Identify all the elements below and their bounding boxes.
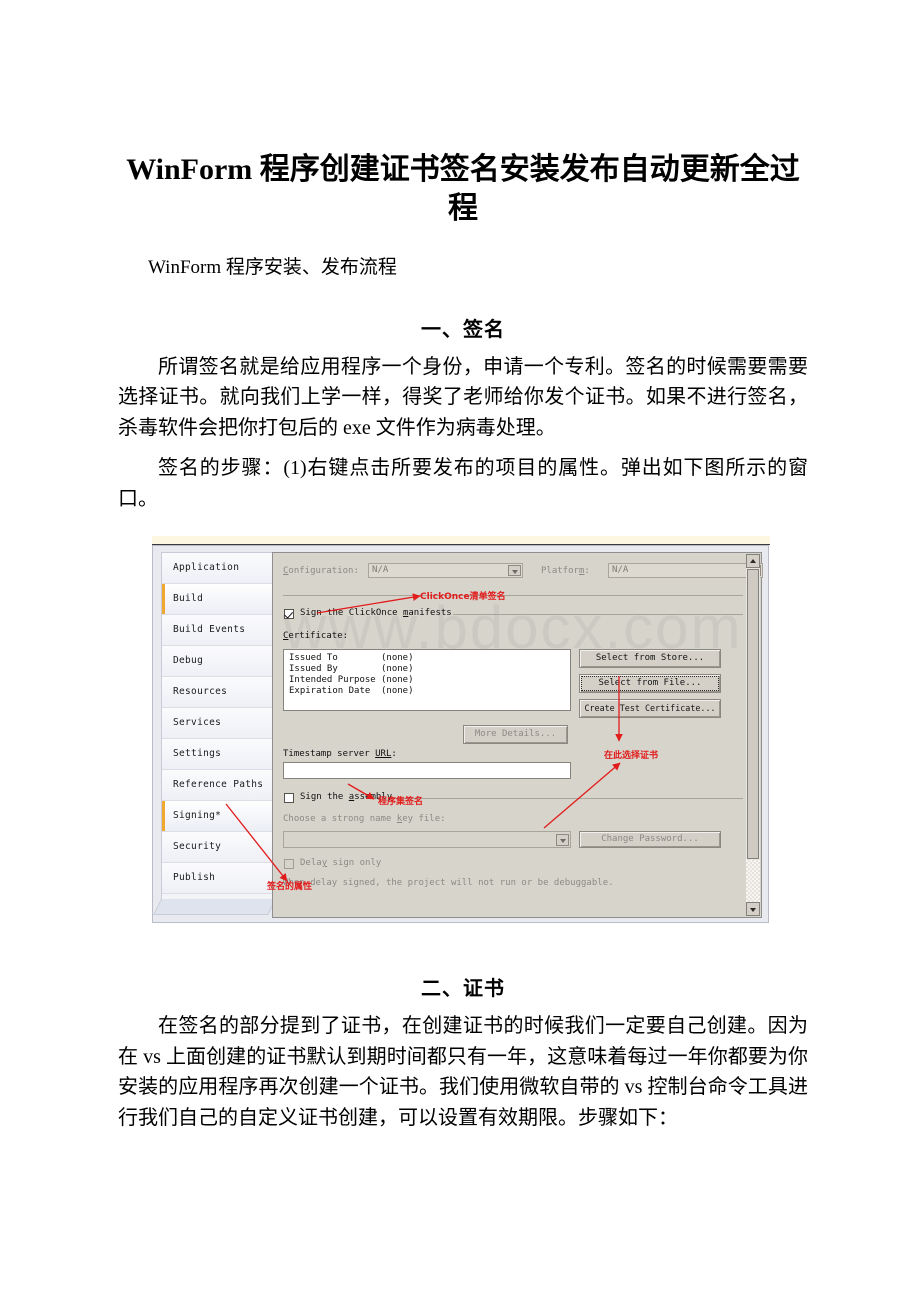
group-separator-1 (283, 595, 743, 596)
certificate-row: Issued By (none) (289, 664, 570, 675)
delay-sign-note: When delay signed, the project will not … (283, 878, 614, 888)
property-tab-list: Application Build Build Events Debug Res… (161, 552, 273, 902)
sign-manifests-checkbox[interactable] (284, 609, 294, 619)
certificate-list[interactable]: Issued To (none) Issued By (none) Intended… (283, 649, 571, 711)
figure-signing-dialog: Application Build Build Events Debug Res… (152, 536, 770, 924)
tab-label: Settings (173, 748, 222, 759)
sidebar-item-debug[interactable]: Debug (162, 646, 273, 677)
tab-label: Reference Paths (173, 779, 264, 790)
chevron-down-icon[interactable] (508, 565, 521, 576)
sidebar-item-security[interactable]: Security (162, 832, 273, 863)
certificate-value: (none) (381, 675, 414, 685)
tab-label: Application (173, 562, 240, 573)
sign-assembly-checkbox[interactable] (284, 793, 294, 803)
group-separator-2 (453, 614, 743, 615)
configuration-dropdown[interactable]: N/A (368, 563, 523, 578)
platform-value: N/A (612, 565, 629, 575)
sidebar-item-application[interactable]: Application (162, 553, 273, 584)
certificate-key: Issued By (289, 664, 338, 674)
section1-paragraph-1: 所谓签名就是给应用程序一个身份，申请一个专利。签名的时候需要需要选择证书。就向我… (118, 355, 808, 439)
section2-paragraph-1: 在签名的部分提到了证书，在创建证书的时候我们一定要自己创建。因为在 vs 上面创… (118, 1015, 808, 1129)
sidebar-item-signing[interactable]: Signing* (162, 801, 273, 832)
sidebar-item-build[interactable]: Build (162, 584, 273, 615)
document-subtitle: WinForm 程序安装、发布流程 (148, 257, 397, 278)
sign-manifests-label: Sign the ClickOnce manifests (300, 608, 452, 618)
group-separator-3 (391, 798, 743, 799)
section-heading-2: 二、证书 (421, 978, 505, 1000)
section1-paragraph-2: 签名的步骤：(1)右键点击所要发布的项目的属性。弹出如下图所示的窗口。 (118, 457, 808, 510)
signing-pane: www.bdocx.com CConfiguration:onfiguratio… (272, 552, 763, 918)
select-from-store-button[interactable]: Select from Store... (579, 649, 721, 668)
annotation-signing-property: 签名的属性 (267, 882, 313, 892)
more-details-button[interactable]: More Details... (463, 725, 568, 744)
certificate-key: Intended Purpose (289, 675, 376, 685)
document-text-bottom: 二、证书 在签名的部分提到了证书，在创建证书的时候我们一定要自己创建。因为在 v… (118, 972, 808, 1133)
tab-label: Build (173, 593, 204, 604)
sidebar-item-reference-paths[interactable]: Reference Paths (162, 770, 273, 801)
platform-dropdown[interactable]: N/A (608, 563, 763, 578)
timestamp-server-label: Timestamp server URL: (283, 749, 397, 759)
certificate-label: Certificate: (283, 631, 349, 641)
sidebar-item-publish[interactable]: Publish (162, 863, 273, 894)
vertical-scrollbar[interactable] (746, 554, 760, 916)
page-title: WinForm 程序创建证书签名安装发布自动更新全过程 (126, 153, 800, 225)
annotation-assembly-sign: 程序集签名 (378, 797, 424, 807)
key-file-label: Choose a strong name key file: (283, 814, 446, 824)
tab-label: Security (173, 841, 222, 852)
scrollbar-track[interactable] (746, 860, 760, 902)
certificate-row: Expiration Date (none) (289, 686, 570, 697)
key-file-dropdown[interactable] (283, 831, 571, 848)
certificate-key: Expiration Date (289, 686, 371, 696)
certificate-value: (none) (381, 653, 414, 663)
annotation-clickonce: ClickOnce清单签名 (420, 592, 506, 602)
certificate-value: (none) (381, 664, 414, 674)
platform-label: Platform: (541, 566, 590, 576)
certificate-row: Intended Purpose (none) (289, 675, 570, 686)
tab-label: Debug (173, 655, 204, 666)
tab-label: Signing* (173, 810, 222, 821)
certificate-key: Issued To (289, 653, 338, 663)
tab-label: Resources (173, 686, 228, 697)
tab-label: Build Events (173, 624, 246, 635)
sidebar-item-build-events[interactable]: Build Events (162, 615, 273, 646)
sidebar-item-services[interactable]: Services (162, 708, 273, 739)
sidebar-item-resources[interactable]: Resources (162, 677, 273, 708)
document-page: WinForm 程序创建证书签名安装发布自动更新全过程 WinForm 程序安装… (0, 0, 920, 1302)
select-from-file-button[interactable]: Select from File... (579, 674, 721, 693)
delay-sign-checkbox[interactable] (284, 859, 294, 869)
sidebar-item-settings[interactable]: Settings (162, 739, 273, 770)
tab-label: Services (173, 717, 222, 728)
chevron-down-icon[interactable] (556, 834, 569, 846)
certificate-row: Issued To (none) (289, 653, 570, 664)
annotation-select-cert: 在此选择证书 (604, 751, 659, 761)
timestamp-server-input[interactable] (283, 762, 571, 779)
scroll-down-arrow-icon[interactable] (746, 902, 760, 916)
delay-sign-label: Delay sign only (300, 858, 382, 868)
figure-top-strip (152, 536, 770, 545)
certificate-value: (none) (381, 686, 414, 696)
tab-label: Publish (173, 872, 216, 883)
scroll-up-arrow-icon[interactable] (746, 554, 760, 568)
configuration-value: N/A (372, 565, 389, 575)
section-heading-1: 一、签名 (421, 318, 505, 341)
scrollbar-thumb[interactable] (747, 569, 759, 859)
change-password-button[interactable]: Change Password... (579, 831, 721, 848)
create-test-certificate-button[interactable]: Create Test Certificate... (579, 699, 721, 718)
document-text-top: WinForm 程序创建证书签名安装发布自动更新全过程 WinForm 程序安装… (118, 150, 808, 514)
configuration-label: CConfiguration:onfiguration: (283, 566, 359, 576)
